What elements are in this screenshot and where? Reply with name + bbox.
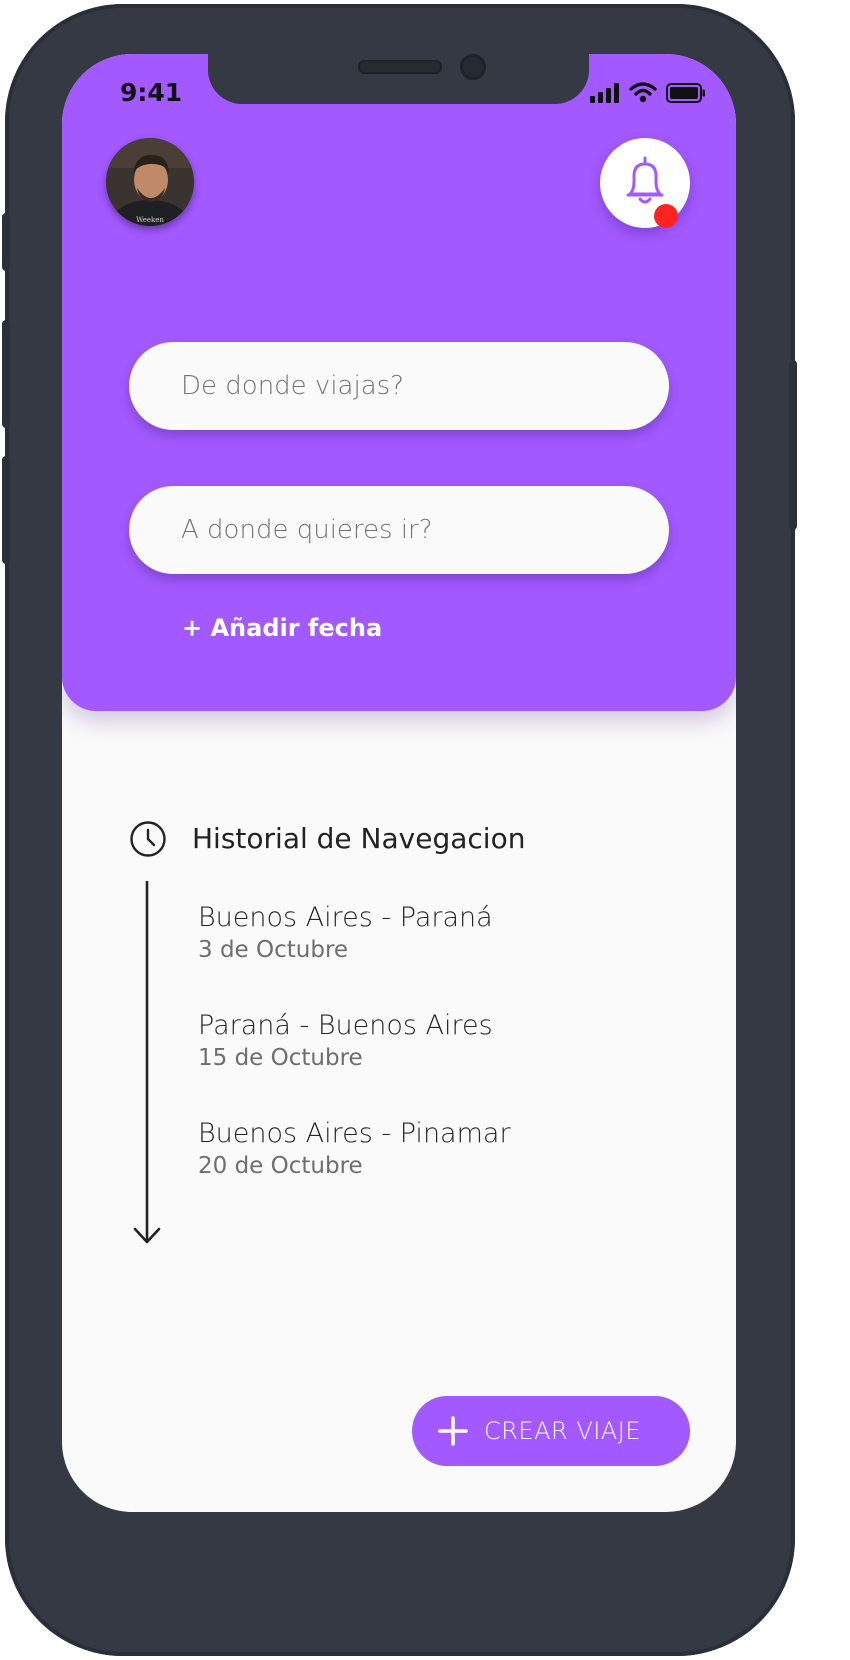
power-button — [789, 360, 797, 530]
history-item-route: Buenos Aires - Pinamar — [198, 1118, 511, 1149]
history-title: Historial de Navegacion — [192, 822, 526, 855]
front-camera — [460, 54, 486, 80]
wifi-icon — [629, 82, 657, 103]
notification-badge — [654, 204, 678, 228]
speaker-grille — [358, 60, 442, 74]
battery-icon — [666, 82, 705, 103]
history-item-date: 15 de Octubre — [198, 1045, 363, 1071]
history-item-date: 3 de Octubre — [198, 937, 349, 963]
device-notch — [208, 54, 589, 104]
app-screen: 9:41 Weeken De donde viajas? A donde qui… — [62, 54, 736, 1512]
create-trip-label: CREAR VIAJE — [484, 1417, 641, 1445]
history-item-route: Paraná - Buenos Aires — [198, 1010, 493, 1041]
search-header: 9:41 Weeken De donde viajas? A donde qui… — [62, 54, 736, 711]
arrow-down-icon — [133, 881, 161, 1244]
status-icons — [590, 82, 706, 103]
add-date-link[interactable]: + Añadir fecha — [182, 614, 382, 642]
volume-up-button — [2, 320, 10, 428]
mute-switch — [2, 213, 10, 271]
volume-down-button — [2, 456, 10, 564]
create-trip-button[interactable]: CREAR VIAJE — [412, 1396, 690, 1466]
user-avatar[interactable]: Weeken — [106, 138, 194, 226]
status-time: 9:41 — [120, 78, 183, 107]
notifications-button[interactable] — [600, 138, 690, 228]
history-item[interactable]: Buenos Aires - Pinamar 20 de Octubre — [198, 1118, 511, 1179]
avatar-photo: Weeken — [106, 138, 194, 226]
clock-icon — [130, 821, 166, 857]
plus-icon — [438, 1416, 468, 1446]
origin-field[interactable] — [129, 342, 669, 430]
svg-text:Weeken: Weeken — [136, 216, 164, 224]
history-item[interactable]: Buenos Aires - Paraná 3 de Octubre — [198, 902, 493, 963]
history-item[interactable]: Paraná - Buenos Aires 15 de Octubre — [198, 1010, 493, 1071]
destination-input[interactable] — [129, 486, 641, 574]
signal-icon — [590, 82, 619, 103]
origin-input[interactable] — [129, 342, 641, 430]
history-item-route: Buenos Aires - Paraná — [198, 902, 493, 933]
destination-field[interactable] — [129, 486, 669, 574]
history-item-date: 20 de Octubre — [198, 1153, 363, 1179]
